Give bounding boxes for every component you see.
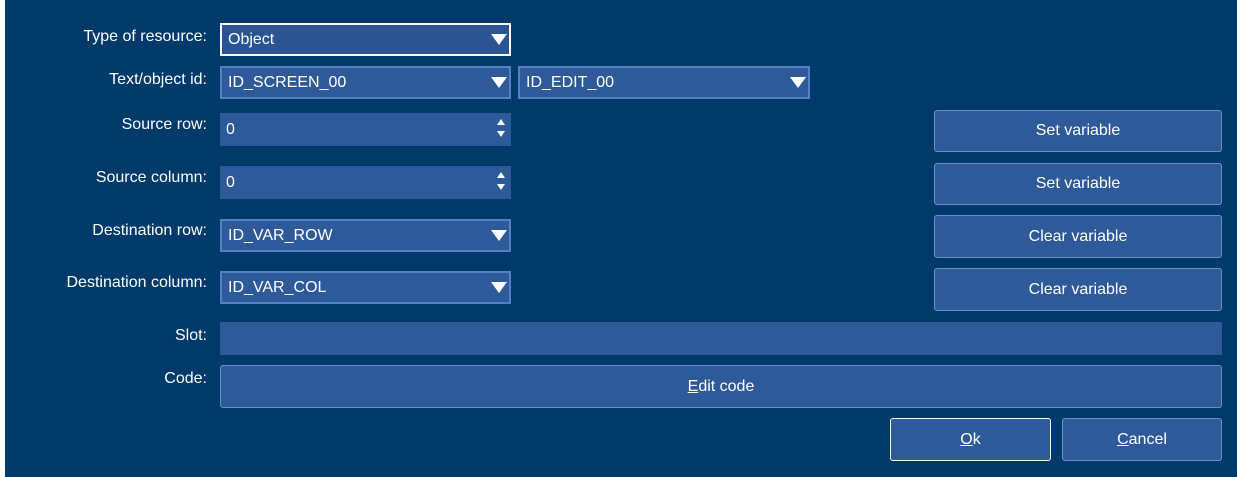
edit-code-label: Edit code: [687, 377, 755, 395]
chevron-down-icon[interactable]: [488, 273, 510, 302]
spin-up-icon[interactable]: [497, 119, 505, 125]
ok-label: Ok: [960, 430, 981, 448]
set-variable-column-button[interactable]: Set variable: [934, 163, 1222, 205]
spin-arrows-icon[interactable]: [495, 170, 507, 194]
chevron-down-icon[interactable]: [488, 25, 510, 54]
source-column-value: 0: [226, 173, 235, 191]
slot-label: Slot:: [174, 327, 207, 344]
spin-down-icon[interactable]: [497, 184, 505, 190]
spin-down-icon[interactable]: [497, 131, 505, 137]
spin-up-icon[interactable]: [497, 172, 505, 178]
cancel-button[interactable]: Cancel: [1062, 418, 1222, 461]
destination-column-label: Destination column:: [66, 274, 207, 291]
source-row-value: 0: [226, 120, 235, 138]
text-id-select[interactable]: ID_SCREEN_00: [220, 66, 511, 99]
destination-row-label: Destination row:: [92, 222, 207, 239]
destination-column-value: ID_VAR_COL: [228, 278, 327, 296]
destination-column-select[interactable]: ID_VAR_COL: [220, 271, 511, 304]
object-id-select[interactable]: ID_EDIT_00: [518, 66, 810, 99]
text-object-id-label: Text/object id:: [109, 71, 207, 88]
set-variable-row-button[interactable]: Set variable: [934, 110, 1222, 152]
code-label: Code:: [164, 370, 207, 387]
chevron-down-icon[interactable]: [787, 68, 809, 97]
destination-row-value: ID_VAR_ROW: [228, 226, 333, 244]
clear-variable-column-button[interactable]: Clear variable: [934, 268, 1222, 311]
slot-input[interactable]: [220, 322, 1222, 355]
type-of-resource-label: Type of resource:: [83, 28, 207, 45]
type-of-resource-value: Object: [228, 30, 275, 48]
source-column-spinner[interactable]: 0: [220, 166, 511, 199]
destination-row-select[interactable]: ID_VAR_ROW: [220, 219, 511, 252]
ok-button[interactable]: Ok: [890, 418, 1051, 461]
source-column-label: Source column:: [95, 169, 207, 186]
source-row-spinner[interactable]: 0: [220, 113, 511, 146]
edit-code-button[interactable]: Edit code: [220, 365, 1222, 408]
spin-arrows-icon[interactable]: [495, 117, 507, 141]
clear-variable-row-button[interactable]: Clear variable: [934, 215, 1222, 258]
chevron-down-icon[interactable]: [488, 221, 510, 250]
dialog: Type of resource: Text/object id: Source…: [5, 0, 1237, 477]
cancel-label: Cancel: [1117, 430, 1167, 448]
type-of-resource-select[interactable]: Object: [220, 23, 511, 56]
source-row-label: Source row:: [121, 116, 207, 133]
text-id-value: ID_SCREEN_00: [228, 73, 347, 91]
object-id-value: ID_EDIT_00: [526, 73, 615, 91]
chevron-down-icon[interactable]: [488, 68, 510, 97]
